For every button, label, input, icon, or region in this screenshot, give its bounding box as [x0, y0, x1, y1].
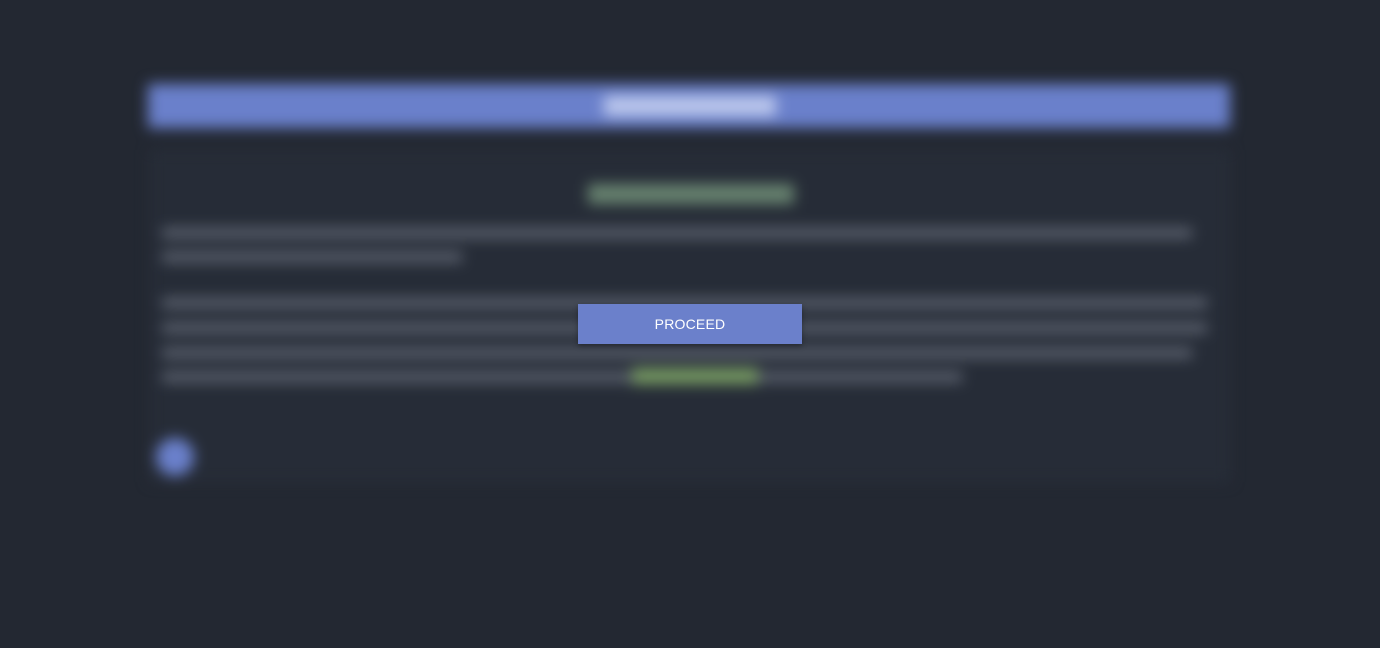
round-action-button-blurred [156, 438, 194, 476]
page: PROCEED [0, 0, 1380, 648]
text-line-blurred [162, 348, 1192, 358]
text-line-blurred [162, 372, 962, 382]
text-line-blurred [162, 228, 1192, 238]
header-title-blurred [604, 96, 776, 116]
card-title-blurred [588, 184, 794, 204]
link-blurred [632, 368, 758, 384]
text-line-blurred [162, 252, 462, 262]
proceed-button[interactable]: PROCEED [578, 304, 802, 344]
